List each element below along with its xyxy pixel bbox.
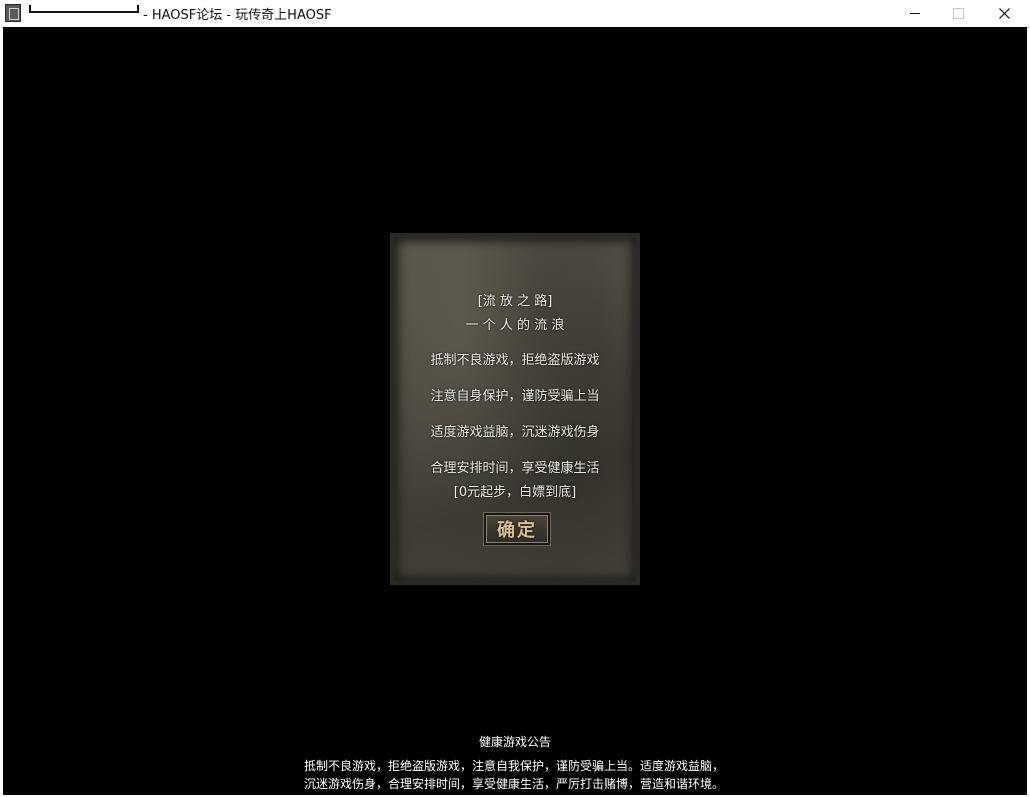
panel-title: [流 放 之 路] — [477, 294, 553, 309]
panel-subtitle: 一 个 人 的 流 浪 — [465, 318, 565, 333]
app-icon[interactable] — [5, 4, 21, 22]
title-bar[interactable]: - HAOSF论坛 - 玩传奇上HAOSF — [0, 0, 1030, 28]
close-button[interactable] — [981, 0, 1027, 27]
panel-line-4: 合理安排时间，享受健康生活 — [430, 461, 600, 476]
game-window: - HAOSF论坛 - 玩传奇上HAOSF [流 放 之 路] 一 个 人 的 … — [0, 0, 1030, 797]
title-bracket-icon — [29, 5, 139, 13]
panel-line-3: 适度游戏益脑，沉迷游戏伤身 — [430, 425, 600, 440]
announcement-line-1: 抵制不良游戏，拒绝盗版游戏，注意自我保护，谨防受骗上当。适度游戏益脑， — [304, 759, 725, 773]
maximize-button[interactable] — [935, 0, 981, 27]
panel-line-2: 注意自身保护，谨防受骗上当 — [430, 389, 600, 404]
notice-stone-panel: [流 放 之 路] 一 个 人 的 流 浪 抵制不良游戏，拒绝盗版游戏 注意自身… — [390, 233, 640, 585]
panel-line-1: 抵制不良游戏，拒绝盗版游戏 — [430, 353, 600, 368]
close-icon — [998, 8, 1010, 19]
announcement-title: 健康游戏公告 — [478, 735, 551, 749]
game-canvas[interactable]: [流 放 之 路] 一 个 人 的 流 浪 抵制不良游戏，拒绝盗版游戏 注意自身… — [3, 27, 1027, 795]
announcement-line-2: 沉迷游戏伤身，合理安排时间，享受健康生活，严厉打击赌博，营造和谐环境。 — [304, 777, 725, 791]
minimize-button[interactable] — [892, 0, 938, 27]
window-title: - HAOSF论坛 - 玩传奇上HAOSF — [143, 8, 332, 23]
panel-line-5: [0元起步，白嫖到底] — [453, 485, 577, 500]
confirm-button[interactable]: 确定 — [484, 513, 550, 545]
minimize-icon — [910, 13, 920, 14]
maximize-icon — [952, 8, 964, 19]
